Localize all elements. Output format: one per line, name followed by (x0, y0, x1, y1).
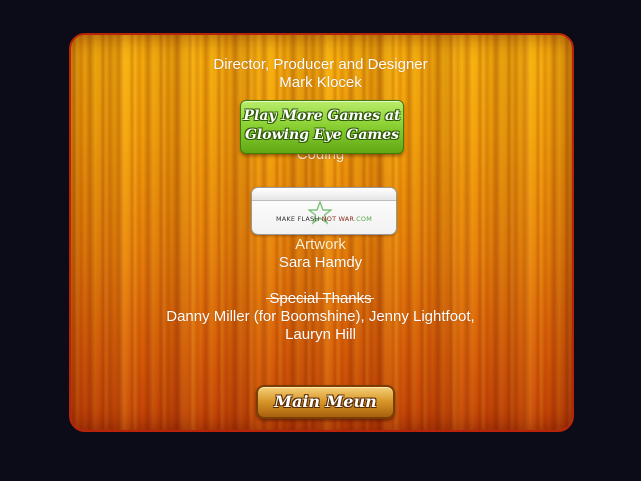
promo-line-2: Glowing Eye Games (244, 127, 400, 143)
artwork-role: Artwork (295, 236, 346, 253)
special-thanks-line-2: Lauryn Hill (285, 326, 356, 343)
special-thanks-role: Special Thanks (269, 290, 372, 307)
main-menu-button[interactable]: Main Meun (256, 385, 395, 419)
game-stage: Director, Producer and Designer Mark Klo… (0, 0, 641, 481)
special-thanks-line-1: Danny Miller (for Boomshine), Jenny Ligh… (166, 308, 475, 325)
strike-line (266, 298, 374, 299)
sponsor-logo-link[interactable]: MAKE FLASH NOT WAR.COM (251, 187, 397, 235)
play-more-games-button[interactable]: Play More Games at Glowing Eye Games (240, 100, 404, 154)
main-menu-label: Main Meun (274, 392, 377, 411)
artwork-name: Sara Hamdy (278, 254, 363, 271)
sponsor-text-part2: NOT WAR (321, 215, 354, 223)
sponsor-text: MAKE FLASH NOT WAR.COM (252, 215, 396, 223)
director-role: Director, Producer and Designer (213, 56, 428, 73)
sponsor-text-part3: .COM (353, 215, 373, 223)
director-name: Mark Klocek (279, 74, 362, 91)
sponsor-card-topbar (252, 188, 396, 201)
sponsor-text-part1: MAKE FLASH (275, 215, 322, 223)
promo-line-1: Play More Games at (243, 108, 401, 124)
